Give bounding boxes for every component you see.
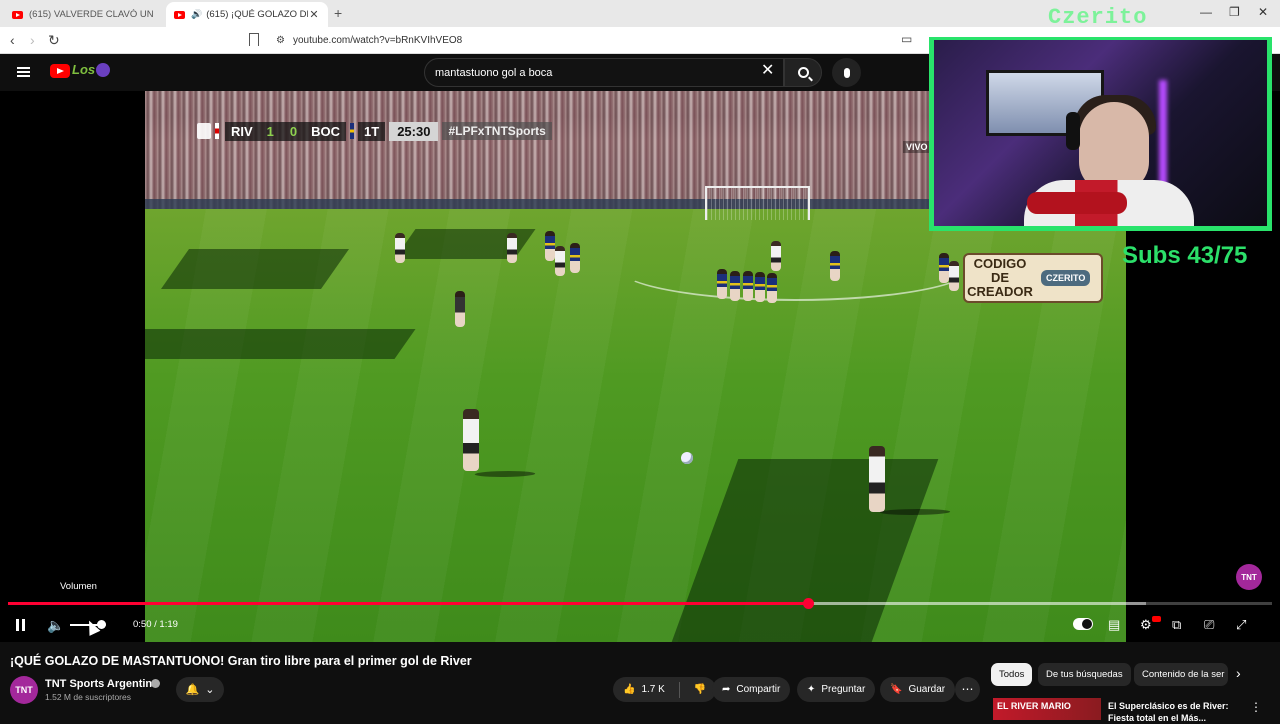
ball xyxy=(681,452,693,464)
subs-goal-counter: Subs 43/75 xyxy=(1122,242,1248,269)
sparkle-icon: ✦ xyxy=(807,684,816,695)
save-label: Guardar xyxy=(908,684,946,695)
live-badge: VIVO xyxy=(903,141,931,153)
voice-search-button[interactable] xyxy=(832,58,861,87)
home-team: RIV xyxy=(225,121,259,141)
verified-icon xyxy=(151,679,160,688)
chip-all[interactable]: Todos xyxy=(991,663,1033,686)
close-window-icon[interactable]: ✕ xyxy=(1258,5,1268,19)
microphone-icon xyxy=(1027,192,1127,214)
site-info-icon[interactable]: ⚙ xyxy=(276,35,285,46)
tab-close-icon[interactable]: ✕ xyxy=(308,8,320,21)
chip-series-content[interactable]: Contenido de la ser xyxy=(1134,663,1228,686)
time-display: 0:50 / 1:19 xyxy=(133,619,178,630)
match-clock: 25:30 xyxy=(389,121,439,141)
url-field[interactable]: ⚙ youtube.com/watch?v=bRnKVIhVEO8 xyxy=(268,30,988,51)
streamer-face xyxy=(1079,102,1149,192)
chip-from-searches[interactable]: De tus búsquedas xyxy=(1038,663,1131,686)
recommendation-thumbnail[interactable]: EL RIVER MARIO xyxy=(993,698,1101,720)
save-button[interactable]: 🔖 Guardar xyxy=(880,677,956,702)
thumbnail-text: EL RIVER MARIO xyxy=(997,701,1071,711)
youtube-favicon-icon xyxy=(12,10,23,19)
goal-net xyxy=(705,186,810,220)
subtitles-icon[interactable]: ▤ xyxy=(1108,617,1120,633)
browser-tab-2[interactable]: 🔊 (615) ¡QUÉ GOLAZO DE MAST ✕ xyxy=(166,2,328,27)
like-count: 1.7 K xyxy=(641,684,665,695)
clear-search-icon[interactable]: ✕ xyxy=(761,60,774,80)
chevron-right-icon[interactable]: › xyxy=(1236,665,1241,681)
microphone-icon xyxy=(843,67,850,78)
share-button[interactable]: ➦ Compartir xyxy=(712,677,791,702)
bookmark-icon: 🔖 xyxy=(890,684,903,695)
away-team: BOC xyxy=(305,121,347,141)
share-icon: ➦ xyxy=(722,684,731,695)
broadcast-hashtag: #LPFxTNTSports xyxy=(442,122,552,140)
screen-icon[interactable]: ▭ xyxy=(901,32,912,46)
forward-icon[interactable]: › xyxy=(30,32,35,48)
river-flag-icon xyxy=(215,123,219,139)
volume-tooltip: Volumen xyxy=(60,581,97,592)
cast-icon[interactable]: ⎚ xyxy=(1204,617,1214,633)
headset-icon xyxy=(1066,112,1080,150)
restore-icon[interactable]: ❐ xyxy=(1229,5,1240,19)
notification-bell-button[interactable]: 🔔 ⌄ xyxy=(176,677,224,702)
doodle-ball-icon xyxy=(96,63,110,77)
like-dislike-group: 👍 1.7 K 👎 xyxy=(613,677,717,702)
more-actions-icon[interactable]: ⋯ xyxy=(955,677,980,702)
menu-icon[interactable] xyxy=(17,67,30,77)
creator-code-card: CODIGO DE CREADOR CZERITO xyxy=(965,255,1101,301)
pause-icon[interactable] xyxy=(14,617,26,633)
match-half: 1T xyxy=(358,121,386,141)
youtube-doodle[interactable]: Los xyxy=(72,62,95,77)
progress-bar[interactable] xyxy=(8,598,1272,609)
tab-title: (615) ¡QUÉ GOLAZO DE MAST xyxy=(206,9,308,20)
boca-flag-icon xyxy=(350,123,355,139)
away-score: 0 xyxy=(281,121,306,141)
back-icon[interactable]: ‹ xyxy=(10,32,15,48)
minimize-icon[interactable]: — xyxy=(1200,5,1212,19)
reload-icon[interactable]: ↻ xyxy=(48,32,60,49)
creator-code-label: CODIGO DE CREADOR xyxy=(967,256,1033,299)
search-input[interactable]: mantastuono gol a boca xyxy=(424,58,784,87)
recommendation-title[interactable]: El Superclásico es de River: Fiesta tota… xyxy=(1108,700,1238,724)
like-button[interactable]: 👍 xyxy=(623,684,635,695)
autoplay-toggle[interactable] xyxy=(1073,618,1093,630)
youtube-favicon-icon xyxy=(174,10,185,19)
bell-icon: 🔔 xyxy=(185,684,200,696)
tab-audio-icon[interactable]: 🔊 xyxy=(191,9,202,20)
url-text: youtube.com/watch?v=bRnKVIhVEO8 xyxy=(292,35,463,46)
dislike-button[interactable]: 👎 xyxy=(694,684,706,695)
new-tab-button[interactable]: + xyxy=(334,5,342,21)
scoreboard: RIV 1 0 BOC 1T 25:30 #LPFxTNTSports xyxy=(197,121,552,141)
hd-badge xyxy=(1152,616,1161,622)
webcam-overlay xyxy=(929,37,1272,231)
bookmark-icon[interactable] xyxy=(249,33,259,46)
search-button[interactable] xyxy=(784,58,822,87)
settings-icon[interactable]: ⚙ xyxy=(1140,617,1152,633)
video-title: ¡QUÉ GOLAZO DE MASTANTUONO! Gran tiro li… xyxy=(10,654,472,668)
progress-played xyxy=(8,602,809,605)
search-icon xyxy=(797,67,809,78)
channel-name[interactable]: TNT Sports Argentina xyxy=(45,678,158,690)
share-label: Compartir xyxy=(736,684,781,695)
fullscreen-icon[interactable]: ⤢ xyxy=(1236,617,1246,633)
streamer-name: Czerito xyxy=(1048,5,1148,30)
volume-icon[interactable]: 🔈 xyxy=(47,617,65,633)
tnt-watermark-logo[interactable]: TNT xyxy=(1236,564,1262,590)
subscriber-count: 1.52 M de suscriptores xyxy=(45,692,131,702)
browser-tab-1[interactable]: (615) VALVERDE CLAVÓ UN GOLAZO xyxy=(4,2,164,27)
recommendation-menu-icon[interactable]: ⋮ xyxy=(1250,700,1262,714)
league-logo-icon xyxy=(197,123,211,139)
miniplayer-icon[interactable]: ⧉ xyxy=(1172,617,1181,633)
search-query: mantastuono gol a boca xyxy=(435,66,553,79)
tab-title: (615) VALVERDE CLAVÓ UN GOLAZO xyxy=(29,9,156,20)
home-score: 1 xyxy=(258,121,282,141)
creator-code-badge: CZERITO xyxy=(1041,270,1091,286)
ask-button[interactable]: ✦ Preguntar xyxy=(797,677,876,702)
chevron-down-icon: ⌄ xyxy=(205,684,215,696)
channel-avatar[interactable]: TNT xyxy=(10,676,38,704)
ask-label: Preguntar xyxy=(821,684,866,695)
youtube-logo[interactable] xyxy=(50,64,70,78)
penalty-arc xyxy=(615,231,975,301)
